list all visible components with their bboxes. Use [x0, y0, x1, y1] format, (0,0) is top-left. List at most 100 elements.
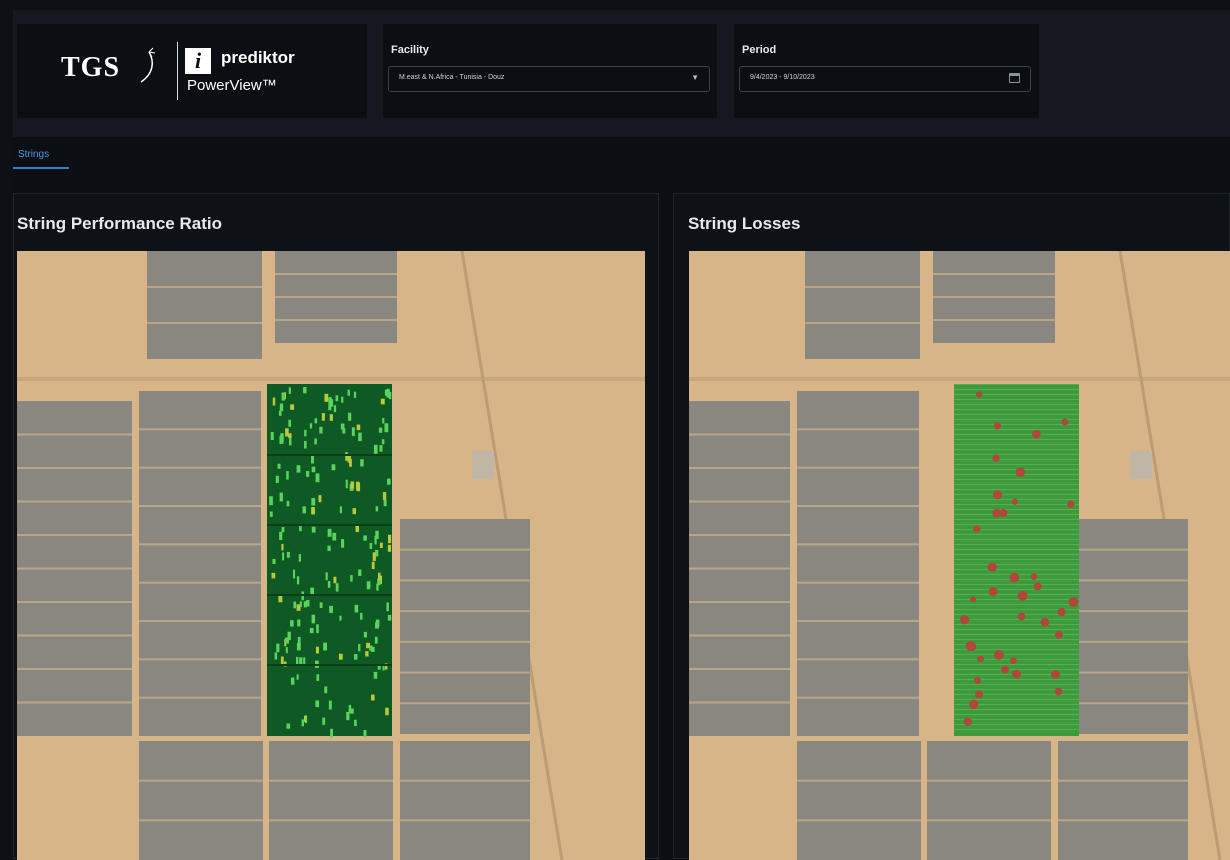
- pr-string-marker: [311, 506, 315, 515]
- pr-string-marker: [295, 656, 299, 665]
- pv-array-gap: [139, 658, 261, 661]
- loss-string-row: [954, 434, 1079, 435]
- pr-string-marker: [330, 728, 334, 738]
- loss-marker: [993, 650, 1004, 660]
- pr-string-marker: [304, 715, 307, 723]
- road-horizontal: [689, 377, 1230, 381]
- pr-string-marker: [365, 651, 369, 657]
- losses-map[interactable]: [689, 251, 1230, 860]
- pr-string-marker: [286, 500, 290, 507]
- pr-string-marker: [339, 506, 343, 514]
- pv-array-block: [927, 741, 1051, 860]
- pr-string-marker: [290, 677, 295, 685]
- pv-array-gap: [139, 620, 261, 622]
- pr-string-marker: [298, 554, 302, 562]
- period-label: Period: [742, 44, 777, 56]
- loss-string-row: [954, 454, 1079, 455]
- pr-string-marker: [318, 495, 322, 503]
- pr-string-marker: [373, 671, 378, 679]
- losses-satellite-map[interactable]: [689, 251, 1230, 860]
- pv-array-gap: [269, 779, 393, 782]
- top-bar: TGS i prediktor PowerView™ Facility M.ea…: [13, 10, 1230, 137]
- pr-string-marker: [351, 427, 355, 437]
- pr-string-marker: [319, 426, 323, 434]
- facility-filter: Facility M.east & N.Africa - Tunisia - D…: [383, 24, 717, 118]
- loss-marker: [963, 717, 972, 726]
- pr-string-marker: [379, 445, 383, 452]
- pr-string-marker: [299, 657, 303, 665]
- pr-string-marker: [272, 558, 276, 565]
- pr-string-marker: [281, 392, 286, 401]
- pr-string-marker: [382, 492, 387, 500]
- pv-array-gap: [933, 273, 1055, 275]
- pr-string-marker: [378, 427, 383, 433]
- pr-string-marker: [279, 531, 283, 541]
- pr-string-marker: [281, 543, 284, 551]
- pr-string-marker: [340, 423, 345, 430]
- pr-string-marker: [296, 465, 301, 473]
- prediktor-logo-icon: i: [185, 48, 211, 74]
- losses-title: String Losses: [688, 214, 801, 233]
- pr-string-marker: [385, 707, 389, 716]
- loss-string-row: [954, 444, 1079, 445]
- pv-array-gap: [400, 779, 530, 782]
- pr-string-marker: [297, 619, 301, 627]
- pr-string-marker: [375, 506, 379, 512]
- pv-array-gap: [797, 543, 919, 546]
- pr-string-marker: [311, 614, 316, 624]
- pv-array-gap: [139, 779, 263, 782]
- loss-marker: [975, 690, 984, 699]
- loss-marker: [1032, 429, 1041, 439]
- pr-string-marker: [333, 576, 337, 584]
- pr-string-marker: [316, 624, 319, 634]
- pr-string-marker: [282, 552, 285, 561]
- pv-array-gap: [17, 534, 132, 536]
- performance-ratio-map[interactable]: [17, 251, 645, 860]
- pr-string-marker: [363, 631, 367, 638]
- pr-string-marker: [290, 404, 295, 410]
- prediktor-name: prediktor: [221, 48, 295, 67]
- pr-string-marker: [348, 412, 352, 421]
- loss-marker: [987, 562, 997, 572]
- facility-select[interactable]: M.east & N.Africa - Tunisia - Douz ▼: [388, 66, 710, 92]
- tab-strings[interactable]: Strings: [18, 149, 49, 160]
- pr-string-marker: [304, 429, 307, 437]
- pr-string-marker: [277, 463, 281, 469]
- loss-string-row: [954, 584, 1079, 585]
- period-date-input[interactable]: 9/4/2023 - 9/10/2023: [739, 66, 1031, 92]
- loss-string-row: [954, 419, 1079, 420]
- product-name: PowerView™: [187, 77, 277, 94]
- losses-panel: String Losses: [673, 193, 1230, 860]
- loss-marker: [970, 596, 977, 603]
- pr-string-marker: [363, 729, 367, 737]
- app-frame: TGS i prediktor PowerView™ Facility M.ea…: [13, 10, 1230, 860]
- pv-array-gap: [17, 467, 132, 469]
- pv-array-block: [805, 251, 920, 359]
- period-value: 9/4/2023 - 9/10/2023: [750, 74, 815, 81]
- pv-array-gap: [17, 433, 132, 436]
- pv-array-gap: [689, 634, 790, 637]
- loss-string-row: [954, 554, 1079, 555]
- pv-array-block: [139, 741, 263, 860]
- pr-string-marker: [387, 544, 392, 552]
- pv-array-gap: [400, 548, 530, 551]
- pr-string-marker: [309, 423, 313, 429]
- loss-marker: [1017, 612, 1026, 621]
- pr-string-marker: [354, 654, 358, 660]
- pv-array-gap: [147, 286, 262, 288]
- pr-string-marker: [288, 387, 291, 394]
- pr-string-marker: [373, 444, 378, 454]
- loss-marker: [977, 655, 984, 663]
- loss-marker: [1030, 573, 1038, 581]
- loss-marker: [1017, 590, 1028, 601]
- pr-string-marker: [310, 587, 315, 595]
- calendar-icon[interactable]: [1009, 73, 1020, 83]
- loss-string-row: [954, 384, 1079, 385]
- pr-string-marker: [332, 532, 337, 541]
- chevron-down-icon[interactable]: ▼: [691, 73, 699, 82]
- pv-array-gap: [689, 701, 790, 704]
- pv-array-gap: [400, 640, 530, 643]
- performance-ratio-satellite-map[interactable]: [17, 251, 645, 860]
- pv-array-gap: [689, 467, 790, 469]
- pr-string-marker: [297, 636, 301, 646]
